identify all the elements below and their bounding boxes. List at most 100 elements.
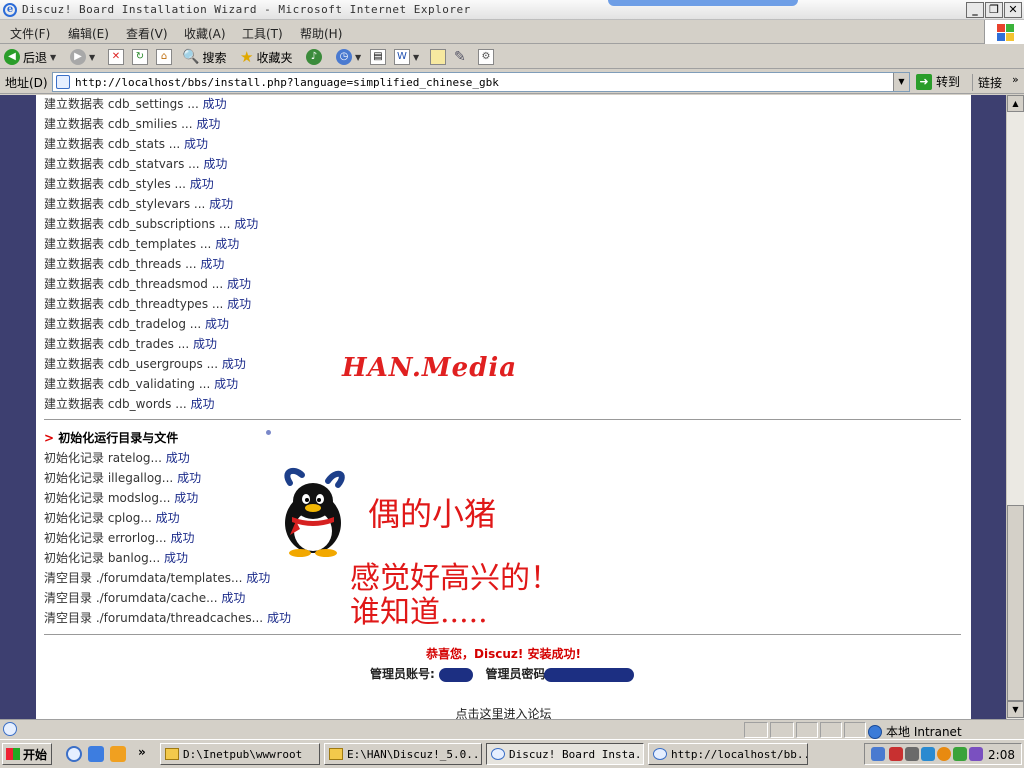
row-text: 建立数据表: [44, 217, 105, 231]
init-text: 清空目录 ./forumdata/threadcaches...: [44, 611, 264, 625]
quicklaunch-ie-icon[interactable]: [66, 746, 82, 762]
quicklaunch-media-icon[interactable]: [110, 746, 126, 762]
status-segment: [770, 722, 794, 738]
edit-button[interactable]: W ▼: [394, 48, 419, 66]
init-row: 清空目录 ./forumdata/templates... 成功: [44, 569, 270, 586]
success-status: 成功: [227, 297, 252, 311]
address-dropdown-icon[interactable]: ▼: [893, 73, 909, 91]
ie-icon: e: [3, 3, 17, 17]
table-name: cdb_validating: [107, 377, 196, 391]
overlay-note-3: 谁知道.....: [350, 595, 488, 630]
address-url[interactable]: http://localhost/bbs/install.php?languag…: [75, 76, 499, 89]
tray-network-icon[interactable]: [871, 747, 885, 761]
table-name: cdb_threadsmod: [107, 277, 208, 291]
scroll-down-button[interactable]: ▼: [1007, 701, 1024, 718]
tray-app-icon[interactable]: [969, 747, 983, 761]
success-status: 成功: [170, 531, 195, 545]
tray-qq-icon[interactable]: [953, 747, 967, 761]
taskbar-task[interactable]: http://localhost/bb...: [648, 743, 808, 765]
table-creation-row: 建立数据表 cdb_validating ... 成功: [44, 375, 238, 392]
back-label: 后退: [23, 50, 48, 65]
admin-password-label: 管理员密码: [485, 667, 546, 681]
scroll-up-button[interactable]: ▲: [1007, 95, 1024, 112]
success-status: 成功: [203, 157, 228, 171]
history-button[interactable]: ◷ ▼: [336, 48, 361, 66]
section-heading: > 初始化运行目录与文件: [44, 429, 178, 446]
quicklaunch-more[interactable]: »: [138, 745, 146, 759]
taskbar-task[interactable]: D:\Inetpub\wwwroot: [160, 743, 320, 765]
row-ellipsis: ...: [183, 97, 203, 111]
menu-tools[interactable]: 工具(T): [242, 25, 283, 42]
redacted-password: [543, 667, 634, 682]
scroll-thumb[interactable]: [1007, 505, 1024, 701]
taskbar-task[interactable]: E:\HAN\Discuz!_5.0....: [324, 743, 482, 765]
star-icon: ★: [240, 48, 254, 66]
favorites-button[interactable]: ★ 收藏夹: [240, 48, 292, 66]
zone-label: 本地 Intranet: [886, 725, 962, 739]
success-status: 成功: [165, 451, 190, 465]
address-input[interactable]: http://localhost/bbs/install.php?languag…: [52, 72, 910, 92]
media-button[interactable]: ♪: [306, 48, 322, 66]
row-ellipsis: ...: [164, 137, 185, 151]
table-name: cdb_tradelog: [107, 317, 186, 331]
quicklaunch-desktop-icon[interactable]: [88, 746, 104, 762]
go-arrow-icon: ➜: [916, 73, 932, 90]
taskbar-task[interactable]: Discuz! Board Insta...: [486, 743, 644, 765]
close-button[interactable]: ✕: [1004, 2, 1022, 18]
stop-button[interactable]: ✕: [108, 48, 124, 66]
history-dropdown-icon[interactable]: ▼: [355, 53, 361, 62]
status-segment: [844, 722, 866, 738]
restore-button[interactable]: ❐: [985, 2, 1003, 18]
init-row: 初始化记录 ratelog... 成功: [44, 449, 190, 466]
success-status: 成功: [234, 217, 259, 231]
media-icon: ♪: [306, 49, 322, 65]
back-dropdown-icon[interactable]: ▼: [50, 53, 56, 62]
row-ellipsis: ...: [177, 117, 197, 131]
tray-player-icon[interactable]: [937, 747, 951, 761]
print-button[interactable]: ▤: [370, 48, 386, 66]
menu-help[interactable]: 帮助(H): [300, 25, 342, 42]
init-text: 初始化记录 banlog...: [44, 551, 161, 565]
tray-antivirus-icon[interactable]: [889, 747, 903, 761]
refresh-button[interactable]: ↻: [132, 48, 148, 66]
success-status: 成功: [190, 397, 215, 411]
init-row: 初始化记录 banlog... 成功: [44, 549, 188, 566]
success-status: 成功: [209, 197, 234, 211]
home-button[interactable]: ⌂: [156, 48, 172, 66]
menu-file[interactable]: 文件(F): [10, 25, 50, 42]
back-button[interactable]: ◀ 后退 ▼: [4, 48, 56, 66]
favorites-label: 收藏夹: [256, 50, 293, 65]
links-button[interactable]: 链接: [972, 74, 1002, 91]
edit-dropdown-icon[interactable]: ▼: [413, 53, 419, 62]
redacted-account: [439, 667, 473, 682]
research-button[interactable]: ⚙: [478, 48, 494, 66]
vertical-scrollbar[interactable]: ▲ ▼: [1006, 95, 1024, 719]
row-text: 建立数据表: [44, 317, 105, 331]
menu-view[interactable]: 查看(V): [126, 25, 168, 42]
address-label: 地址(D): [5, 76, 48, 90]
row-ellipsis: ...: [185, 317, 206, 331]
forward-dropdown-icon[interactable]: ▼: [89, 53, 95, 62]
init-row: 初始化记录 errorlog... 成功: [44, 529, 194, 546]
tray-messenger-icon[interactable]: [921, 747, 935, 761]
status-segment: [744, 722, 768, 738]
discuss-icon: [430, 49, 446, 65]
links-chevron-icon[interactable]: »: [1012, 73, 1019, 86]
table-name: cdb_stats: [107, 137, 165, 151]
menu-favorites[interactable]: 收藏(A): [184, 25, 226, 42]
row-ellipsis: ...: [173, 337, 193, 351]
search-button[interactable]: 🔍 搜索: [182, 48, 226, 66]
start-button[interactable]: 开始: [2, 743, 52, 765]
discuss-button[interactable]: [430, 48, 446, 66]
go-button[interactable]: ➜ 转到: [916, 73, 960, 90]
row-ellipsis: ...: [195, 377, 215, 391]
title-bar[interactable]: e Discuz! Board Installation Wizard - Mi…: [0, 0, 1024, 20]
success-status: 成功: [163, 551, 188, 565]
row-text: 建立数据表: [44, 397, 105, 411]
messenger-button[interactable]: ✎: [454, 48, 466, 66]
forward-button[interactable]: ▶ ▼: [70, 48, 95, 66]
enter-forum-link[interactable]: 点击这里进入论坛: [36, 705, 971, 719]
minimize-button[interactable]: _: [966, 2, 984, 18]
tray-volume-icon[interactable]: [905, 747, 919, 761]
menu-edit[interactable]: 编辑(E): [68, 25, 109, 42]
